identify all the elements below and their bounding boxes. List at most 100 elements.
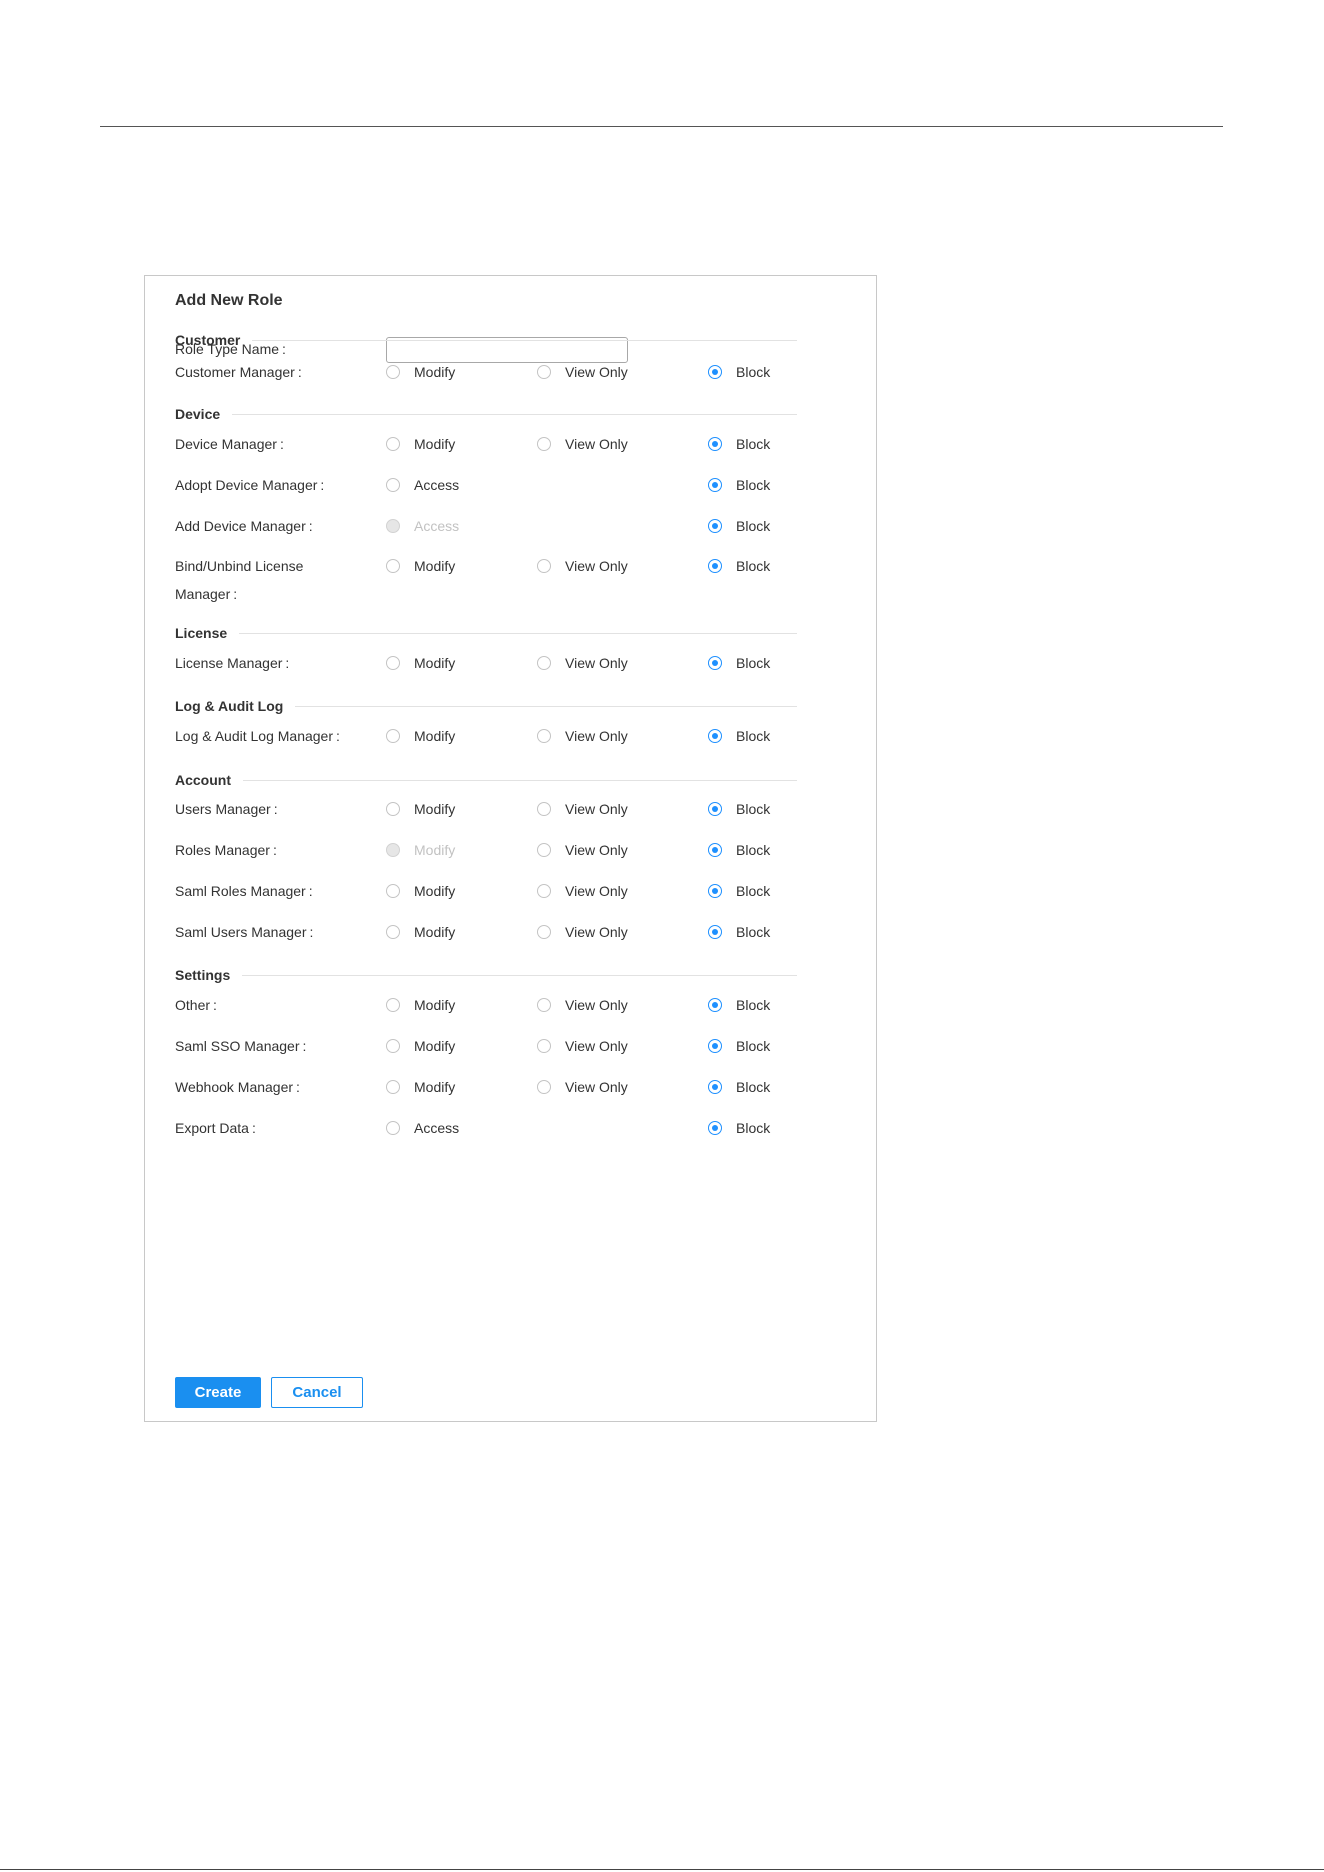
- radio-modify[interactable]: Modify: [386, 993, 455, 1017]
- radio-label: Block: [736, 436, 771, 452]
- radio-block[interactable]: Block: [708, 838, 770, 862]
- radio-view-only[interactable]: View Only: [537, 797, 628, 821]
- radio-label: Block: [736, 655, 771, 671]
- permission-row-webhook-manager: Webhook Manager: Modify View Only Block: [175, 1075, 825, 1099]
- radio-checked-icon: [708, 519, 722, 533]
- radio-block[interactable]: Block: [708, 1034, 770, 1058]
- section-divider: [295, 705, 797, 707]
- radio-view-only[interactable]: View Only: [537, 838, 628, 862]
- radio-view-only[interactable]: View Only: [537, 993, 628, 1017]
- radio-label: Modify: [414, 801, 456, 817]
- radio-checked-icon: [708, 478, 722, 492]
- radio-unchecked-icon: [386, 656, 400, 670]
- radio-label: View Only: [565, 997, 628, 1013]
- permission-row-other: Other: Modify View Only Block: [175, 993, 825, 1017]
- radio-block[interactable]: Block: [708, 360, 770, 384]
- radio-view-only[interactable]: View Only: [537, 432, 628, 456]
- section-title: Log & Audit Log: [175, 698, 284, 714]
- radio-access[interactable]: Access: [386, 1116, 459, 1140]
- permission-row-device-manager: Device Manager: Modify View Only Block: [175, 432, 825, 456]
- radio-access[interactable]: Access: [386, 473, 459, 497]
- radio-unchecked-icon: [537, 843, 551, 857]
- radio-label: Modify: [414, 1079, 456, 1095]
- radio-label: Block: [736, 997, 771, 1013]
- permission-row-bind-unbind-license-manager: Bind/Unbind License Manager: Modify View O…: [175, 554, 825, 602]
- radio-label: Block: [736, 1120, 771, 1136]
- radio-modify[interactable]: Modify: [386, 797, 455, 821]
- permission-label: Bind/Unbind License Manager:: [175, 558, 304, 602]
- radio-block[interactable]: Block: [708, 432, 770, 456]
- radio-checked-icon: [708, 843, 722, 857]
- radio-block[interactable]: Block: [708, 879, 770, 903]
- radio-checked-icon: [708, 656, 722, 670]
- radio-view-only[interactable]: View Only: [537, 651, 628, 675]
- radio-label: Modify: [414, 883, 456, 899]
- radio-block[interactable]: Block: [708, 514, 770, 538]
- radio-unchecked-icon: [537, 559, 551, 573]
- section-title: Device: [175, 406, 221, 422]
- radio-block[interactable]: Block: [708, 473, 770, 497]
- radio-view-only[interactable]: View Only: [537, 879, 628, 903]
- radio-modify[interactable]: Modify: [386, 432, 455, 456]
- radio-view-only[interactable]: View Only: [537, 920, 628, 944]
- permission-row-saml-roles-manager: Saml Roles Manager: Modify View Only Block: [175, 879, 825, 903]
- radio-block[interactable]: Block: [708, 1116, 770, 1140]
- radio-block[interactable]: Block: [708, 1075, 770, 1099]
- radio-block[interactable]: Block: [708, 651, 770, 675]
- permission-row-saml-users-manager: Saml Users Manager: Modify View Only Block: [175, 920, 825, 944]
- radio-unchecked-icon: [386, 729, 400, 743]
- radio-modify[interactable]: Modify: [386, 724, 455, 748]
- radio-modify[interactable]: Modify: [386, 879, 455, 903]
- section-divider: [232, 413, 797, 415]
- radio-unchecked-icon: [386, 884, 400, 898]
- radio-block[interactable]: Block: [708, 993, 770, 1017]
- permission-label: Export Data:: [175, 1120, 256, 1136]
- radio-unchecked-icon: [386, 1039, 400, 1053]
- radio-view-only[interactable]: View Only: [537, 1034, 628, 1058]
- radio-checked-icon: [708, 802, 722, 816]
- header-rule: [100, 126, 1223, 127]
- radio-checked-icon: [708, 365, 722, 379]
- section-divider: [252, 339, 797, 341]
- radio-label: View Only: [565, 924, 628, 940]
- radio-block[interactable]: Block: [708, 797, 770, 821]
- radio-modify[interactable]: Modify: [386, 1034, 455, 1058]
- radio-view-only[interactable]: View Only: [537, 554, 628, 578]
- radio-block[interactable]: Block: [708, 920, 770, 944]
- radio-checked-icon: [708, 437, 722, 451]
- section-device: Device: [175, 404, 797, 424]
- radio-label: View Only: [565, 436, 628, 452]
- radio-view-only[interactable]: View Only: [537, 1075, 628, 1099]
- radio-modify[interactable]: Modify: [386, 554, 455, 578]
- permission-label: Webhook Manager:: [175, 1079, 300, 1095]
- radio-unchecked-icon: [386, 559, 400, 573]
- radio-label: View Only: [565, 842, 628, 858]
- radio-unchecked-icon: [386, 998, 400, 1012]
- create-button[interactable]: Create: [175, 1377, 261, 1408]
- radio-label: Block: [736, 1079, 771, 1095]
- radio-checked-icon: [708, 1080, 722, 1094]
- permission-label: Log & Audit Log Manager:: [175, 728, 340, 744]
- radio-unchecked-icon: [537, 656, 551, 670]
- radio-label: Block: [736, 558, 771, 574]
- radio-label: Modify: [414, 842, 456, 858]
- cancel-button[interactable]: Cancel: [271, 1377, 363, 1408]
- permission-row-license-manager: License Manager: Modify View Only Block: [175, 651, 825, 675]
- radio-label: View Only: [565, 364, 628, 380]
- radio-view-only[interactable]: View Only: [537, 724, 628, 748]
- radio-block[interactable]: Block: [708, 724, 770, 748]
- radio-modify[interactable]: Modify: [386, 651, 455, 675]
- radio-modify[interactable]: Modify: [386, 920, 455, 944]
- radio-view-only[interactable]: View Only: [537, 360, 628, 384]
- section-divider: [242, 974, 797, 976]
- radio-unchecked-icon: [386, 843, 400, 857]
- section-title: Account: [175, 772, 231, 788]
- radio-modify[interactable]: Modify: [386, 360, 455, 384]
- radio-unchecked-icon: [537, 998, 551, 1012]
- radio-label: Block: [736, 924, 771, 940]
- radio-modify[interactable]: Modify: [386, 1075, 455, 1099]
- radio-block[interactable]: Block: [708, 554, 770, 578]
- permission-label: License Manager:: [175, 655, 290, 671]
- section-settings: Settings: [175, 965, 797, 985]
- radio-label: Modify: [414, 436, 456, 452]
